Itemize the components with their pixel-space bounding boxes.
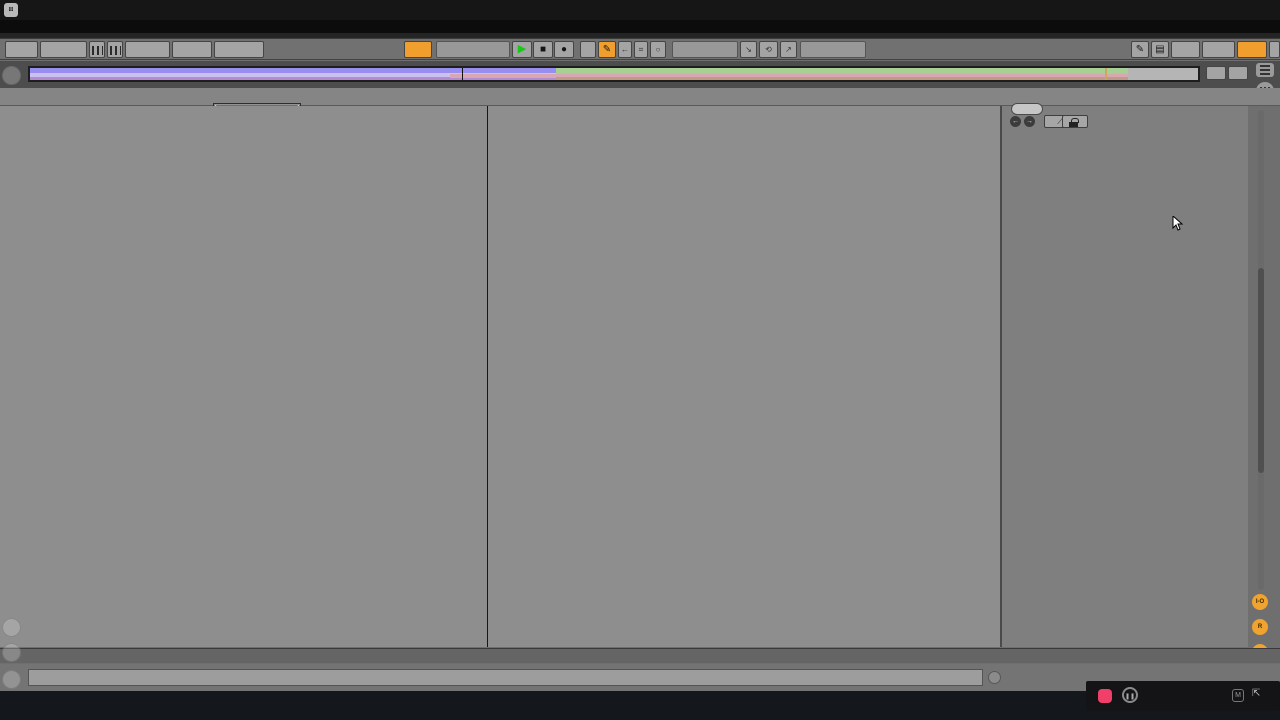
close-button[interactable] [1246,0,1280,20]
recorder-watermark-icon [2,66,21,85]
lock-envelopes-icon[interactable] [1062,115,1088,128]
arrangement-overview[interactable] [28,66,1200,82]
arrangement-area[interactable] [0,106,1000,647]
loop-length-field[interactable] [800,41,866,58]
track-header-panel [1000,106,1248,647]
new-scene-button[interactable] [580,41,596,58]
cpu-meter [1237,41,1267,58]
zoom-level-indicator [976,632,1000,646]
recorder-side-icon[interactable] [2,670,21,689]
stop-button[interactable]: ■ [533,41,553,58]
beat-time-ruler[interactable] [0,88,1280,106]
back-to-arrangement-button[interactable]: ← [618,41,632,58]
recorder-badge-icon[interactable]: M [1232,689,1244,702]
hamburger-menu-icon[interactable] [1256,63,1274,77]
fixed-grid-button[interactable]: ⌗ [634,41,648,58]
recorder-side-icon[interactable] [2,643,21,662]
play-button[interactable]: ▶ [512,41,532,58]
maximize-button[interactable] [1212,0,1246,20]
mouse-cursor [1172,216,1184,232]
recorder-stop-button[interactable] [1098,689,1112,703]
key-map-button[interactable] [1171,41,1200,58]
draw-mode-button[interactable]: ✎ [1131,41,1149,58]
recorder-side-icon[interactable] [2,618,21,637]
optimize-height-button[interactable] [1206,66,1226,80]
menu-bar [0,20,1280,33]
tap-tempo-button[interactable] [5,41,38,58]
draw-circle-button[interactable]: ○ [650,41,666,58]
playhead [487,106,488,647]
quantization-menu[interactable] [214,41,264,58]
status-text [28,669,983,686]
time-signature-field[interactable] [125,41,170,58]
transport-bar: ▶ ■ ● ✎ ← ⌗ ○ ↘ ⟲ ↗ ✎ ▤ [0,38,1280,60]
loop-button[interactable]: ⟲ [759,41,778,58]
optimize-width-button[interactable] [1228,66,1248,80]
screen-recorder-overlay: ❚❚ M ⇱ [1086,681,1280,711]
title-bar: ᎒᎒᎒ [0,0,1280,20]
midi-overdub-button[interactable]: ✎ [598,41,616,58]
next-locator-button[interactable]: → [1024,116,1035,127]
punch-in-button[interactable]: ↘ [740,41,757,58]
disk-overload-indicator [1269,41,1280,58]
record-button[interactable]: ● [554,41,574,58]
tempo-field[interactable] [40,41,87,58]
overview-playhead [462,68,463,80]
minimize-button[interactable] [1178,0,1212,20]
time-ruler[interactable] [0,648,1280,663]
midi-map-button[interactable] [1202,41,1235,58]
metronome-button[interactable] [172,41,212,58]
punch-out-button[interactable]: ↗ [780,41,797,58]
nudge-up-button[interactable] [107,41,123,58]
ableton-live-window: ᎒᎒᎒ ▶ ■ ● ✎ ← ⌗ ○ ↘ ⟲ ↗ ✎ ▤ [0,0,1280,720]
previous-locator-button[interactable]: ← [1010,116,1021,127]
loop-start-field[interactable] [672,41,738,58]
info-circle-icon [988,671,1001,684]
recorder-expand-icon[interactable]: ⇱ [1252,688,1260,699]
arrangement-position-display[interactable] [436,41,510,58]
set-locator-button[interactable] [1011,103,1043,115]
returns-section-toggle[interactable]: R [1252,619,1268,635]
nudge-down-button[interactable] [89,41,105,58]
app-icon: ᎒᎒᎒ [4,3,18,17]
follow-button[interactable] [404,41,432,58]
io-section-toggle[interactable]: I-O [1252,594,1268,610]
scrollbar-thumb[interactable] [1258,268,1264,473]
computer-midi-keyboard-button[interactable]: ▤ [1151,41,1169,58]
recorder-pause-button[interactable]: ❚❚ [1122,687,1138,703]
